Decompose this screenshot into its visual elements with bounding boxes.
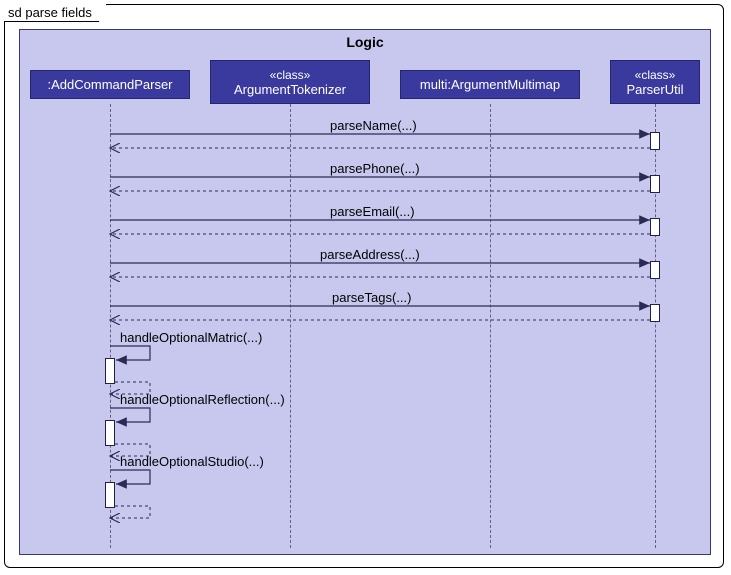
message-label: parseTags(...) bbox=[332, 290, 411, 305]
message-label: parsePhone(...) bbox=[330, 161, 420, 176]
participant-addcommandparser: :AddCommandParser bbox=[30, 70, 190, 99]
lifeline bbox=[490, 104, 491, 548]
participant-stereotype: «class» bbox=[270, 68, 311, 82]
message-label: handleOptionalMatric(...) bbox=[120, 330, 262, 345]
lifeline bbox=[290, 104, 291, 548]
logic-box: Logic :AddCommandParser «class» Argument… bbox=[19, 29, 711, 555]
activation-bar bbox=[105, 482, 115, 508]
activation-bar bbox=[650, 261, 660, 279]
participant-argumenttokenizer: «class» ArgumentTokenizer bbox=[210, 60, 370, 104]
participant-parserutil: «class» ParserUtil bbox=[610, 60, 700, 104]
logic-title: Logic bbox=[20, 30, 710, 56]
participant-label: multi:ArgumentMultimap bbox=[420, 77, 560, 92]
activation-bar bbox=[105, 358, 115, 384]
activation-bar bbox=[650, 132, 660, 150]
frame-label: sd parse fields bbox=[4, 4, 107, 22]
participant-label: :AddCommandParser bbox=[48, 77, 173, 92]
activation-bar bbox=[105, 420, 115, 446]
participant-stereotype: «class» bbox=[635, 68, 676, 82]
activation-bar bbox=[650, 218, 660, 236]
participant-argumentmultimap: multi:ArgumentMultimap bbox=[400, 70, 580, 99]
participant-label: ArgumentTokenizer bbox=[234, 82, 346, 97]
lifeline bbox=[655, 104, 656, 548]
message-label: parseEmail(...) bbox=[330, 204, 415, 219]
message-label: parseName(...) bbox=[330, 118, 417, 133]
message-label: parseAddress(...) bbox=[320, 247, 420, 262]
sequence-frame: sd parse fields Logic :AddCommandParser … bbox=[4, 4, 724, 568]
activation-bar bbox=[650, 304, 660, 322]
message-label: handleOptionalStudio(...) bbox=[120, 454, 264, 469]
participant-label: ParserUtil bbox=[626, 82, 683, 97]
message-label: handleOptionalReflection(...) bbox=[120, 392, 285, 407]
activation-bar bbox=[650, 175, 660, 193]
